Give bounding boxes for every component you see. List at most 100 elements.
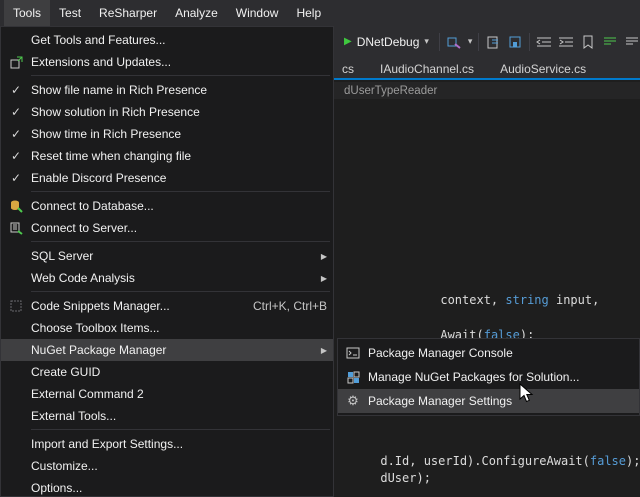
open-file-icon[interactable] <box>485 33 501 51</box>
server-icon <box>1 221 31 235</box>
menu-separator <box>31 291 330 292</box>
menu-item-extensions-and-updates[interactable]: Extensions and Updates... <box>1 51 333 73</box>
checkmark-icon: ✓ <box>1 127 31 141</box>
menu-item-customize[interactable]: Customize... <box>1 455 333 477</box>
menu-item-label: Options... <box>31 481 327 495</box>
menu-item-enable-discord-presence[interactable]: ✓ Enable Discord Presence <box>1 167 333 189</box>
menubar-item-tools[interactable]: Tools <box>4 0 50 26</box>
submenu-item-package-manager-settings[interactable]: ⚙ Package Manager Settings <box>338 389 639 413</box>
run-config-dropdown[interactable]: ▶ DNetDebug ▾ <box>340 33 433 51</box>
menu-item-label: Show solution in Rich Presence <box>31 105 327 119</box>
menu-item-label: Show file name in Rich Presence <box>31 83 327 97</box>
code-fragment: se); <box>337 485 409 497</box>
tab-partial[interactable]: cs <box>342 62 354 76</box>
menubar-item-window[interactable]: Window <box>227 0 288 26</box>
console-icon <box>338 347 368 359</box>
menu-item-create-guid[interactable]: Create GUID <box>1 361 333 383</box>
menu-separator <box>31 241 330 242</box>
menu-item-label: Web Code Analysis <box>31 271 313 285</box>
menu-item-external-tools[interactable]: External Tools... <box>1 405 333 427</box>
extensions-icon <box>1 56 31 69</box>
submenu-arrow-icon: ▶ <box>313 274 327 283</box>
menu-item-nuget-package-manager[interactable]: NuGet Package Manager ▶ <box>1 339 333 361</box>
menu-item-get-tools-and-features[interactable]: Get Tools and Features... <box>1 29 333 51</box>
nuget-submenu: Package Manager Console Manage NuGet Pac… <box>337 338 640 416</box>
checkmark-icon: ✓ <box>1 149 31 163</box>
submenu-item-label: Manage NuGet Packages for Solution... <box>368 370 633 384</box>
comment-icon[interactable] <box>602 33 618 51</box>
mouse-cursor <box>519 383 535 405</box>
tab-iaudiochannel[interactable]: IAudioChannel.cs <box>380 62 474 76</box>
uncomment-icon[interactable] <box>624 33 640 51</box>
menubar-item-test[interactable]: Test <box>50 0 90 26</box>
start-debug-icon[interactable]: ▶ <box>344 36 352 47</box>
checkmark-icon: ✓ <box>1 171 31 185</box>
menu-item-show-time-rich-presence[interactable]: ✓ Show time in Rich Presence <box>1 123 333 145</box>
menu-item-import-export-settings[interactable]: Import and Export Settings... <box>1 433 333 455</box>
submenu-item-label: Package Manager Console <box>368 346 633 360</box>
chevron-down-icon[interactable]: ▾ <box>468 36 473 47</box>
chevron-down-icon[interactable]: ▾ <box>424 36 429 47</box>
bookmark-icon[interactable] <box>580 33 596 51</box>
menu-item-label: Connect to Database... <box>31 199 327 213</box>
run-config-label: DNetDebug <box>357 35 420 49</box>
menu-item-label: External Tools... <box>31 409 327 423</box>
menu-item-connect-to-server[interactable]: Connect to Server... <box>1 217 333 239</box>
menu-item-sql-server[interactable]: SQL Server ▶ <box>1 245 333 267</box>
indent-icon[interactable] <box>558 33 574 51</box>
attach-to-process-icon[interactable] <box>446 33 462 51</box>
menubar-item-resharper[interactable]: ReSharper <box>90 0 166 26</box>
submenu-arrow-icon: ▶ <box>313 346 327 355</box>
menu-item-web-code-analysis[interactable]: Web Code Analysis ▶ <box>1 267 333 289</box>
code-snippets-icon <box>1 300 31 312</box>
menu-item-label: Create GUID <box>31 365 327 379</box>
menu-item-label: External Command 2 <box>31 387 327 401</box>
menu-item-external-command-2[interactable]: External Command 2 <box>1 383 333 405</box>
tab-audioservice[interactable]: AudioService.cs <box>500 62 586 76</box>
submenu-item-manage-nuget-packages[interactable]: Manage NuGet Packages for Solution... <box>338 365 639 389</box>
menu-item-label: NuGet Package Manager <box>31 343 313 357</box>
menu-item-connect-to-database[interactable]: Connect to Database... <box>1 195 333 217</box>
submenu-item-package-manager-console[interactable]: Package Manager Console <box>338 341 639 365</box>
nuget-packages-icon <box>338 371 368 384</box>
outdent-icon[interactable] <box>536 33 552 51</box>
checkmark-icon: ✓ <box>1 83 31 97</box>
menubar-item-analyze[interactable]: Analyze <box>166 0 227 26</box>
code-text: input, <box>549 293 600 307</box>
tools-menu: Get Tools and Features... Extensions and… <box>0 26 334 497</box>
submenu-arrow-icon: ▶ <box>313 252 327 261</box>
toolbar-separator <box>529 33 530 51</box>
toolbar-separator <box>439 33 440 51</box>
menu-item-options[interactable]: Options... <box>1 477 333 497</box>
breadcrumb-member[interactable]: dUserTypeReader <box>344 85 437 97</box>
submenu-item-label: Package Manager Settings <box>368 394 633 408</box>
menu-item-label: SQL Server <box>31 249 313 263</box>
menubar: Tools Test ReSharper Analyze Window Help <box>0 0 640 26</box>
save-all-icon[interactable] <box>507 33 523 51</box>
menu-item-show-file-name-rich-presence[interactable]: ✓ Show file name in Rich Presence <box>1 79 333 101</box>
menu-item-label: Enable Discord Presence <box>31 171 327 185</box>
menu-item-label: Show time in Rich Presence <box>31 127 327 141</box>
menu-item-reset-time-changing-file[interactable]: ✓ Reset time when changing file <box>1 145 333 167</box>
menu-item-show-solution-rich-presence[interactable]: ✓ Show solution in Rich Presence <box>1 101 333 123</box>
menu-item-label: Import and Export Settings... <box>31 437 327 451</box>
checkmark-icon: ✓ <box>1 105 31 119</box>
gear-icon: ⚙ <box>338 393 368 409</box>
menu-item-shortcut: Ctrl+K, Ctrl+B <box>253 299 327 313</box>
menu-item-code-snippets-manager[interactable]: Code Snippets Manager... Ctrl+K, Ctrl+B <box>1 295 333 317</box>
database-icon <box>1 199 31 213</box>
code-text: dUser); <box>380 471 431 485</box>
code-keyword: string <box>505 293 548 307</box>
menu-separator <box>31 429 330 430</box>
menu-item-label: Choose Toolbox Items... <box>31 321 327 335</box>
code-text: ); <box>626 454 640 468</box>
menu-item-label: Reset time when changing file <box>31 149 327 163</box>
menu-item-label: Extensions and Updates... <box>31 55 327 69</box>
menu-separator <box>31 75 330 76</box>
menu-item-label: Connect to Server... <box>31 221 327 235</box>
menu-item-label: Code Snippets Manager... <box>31 299 235 313</box>
toolbar-separator <box>478 33 479 51</box>
code-text: context, <box>440 293 505 307</box>
menubar-item-help[interactable]: Help <box>287 0 330 26</box>
menu-item-choose-toolbox-items[interactable]: Choose Toolbox Items... <box>1 317 333 339</box>
